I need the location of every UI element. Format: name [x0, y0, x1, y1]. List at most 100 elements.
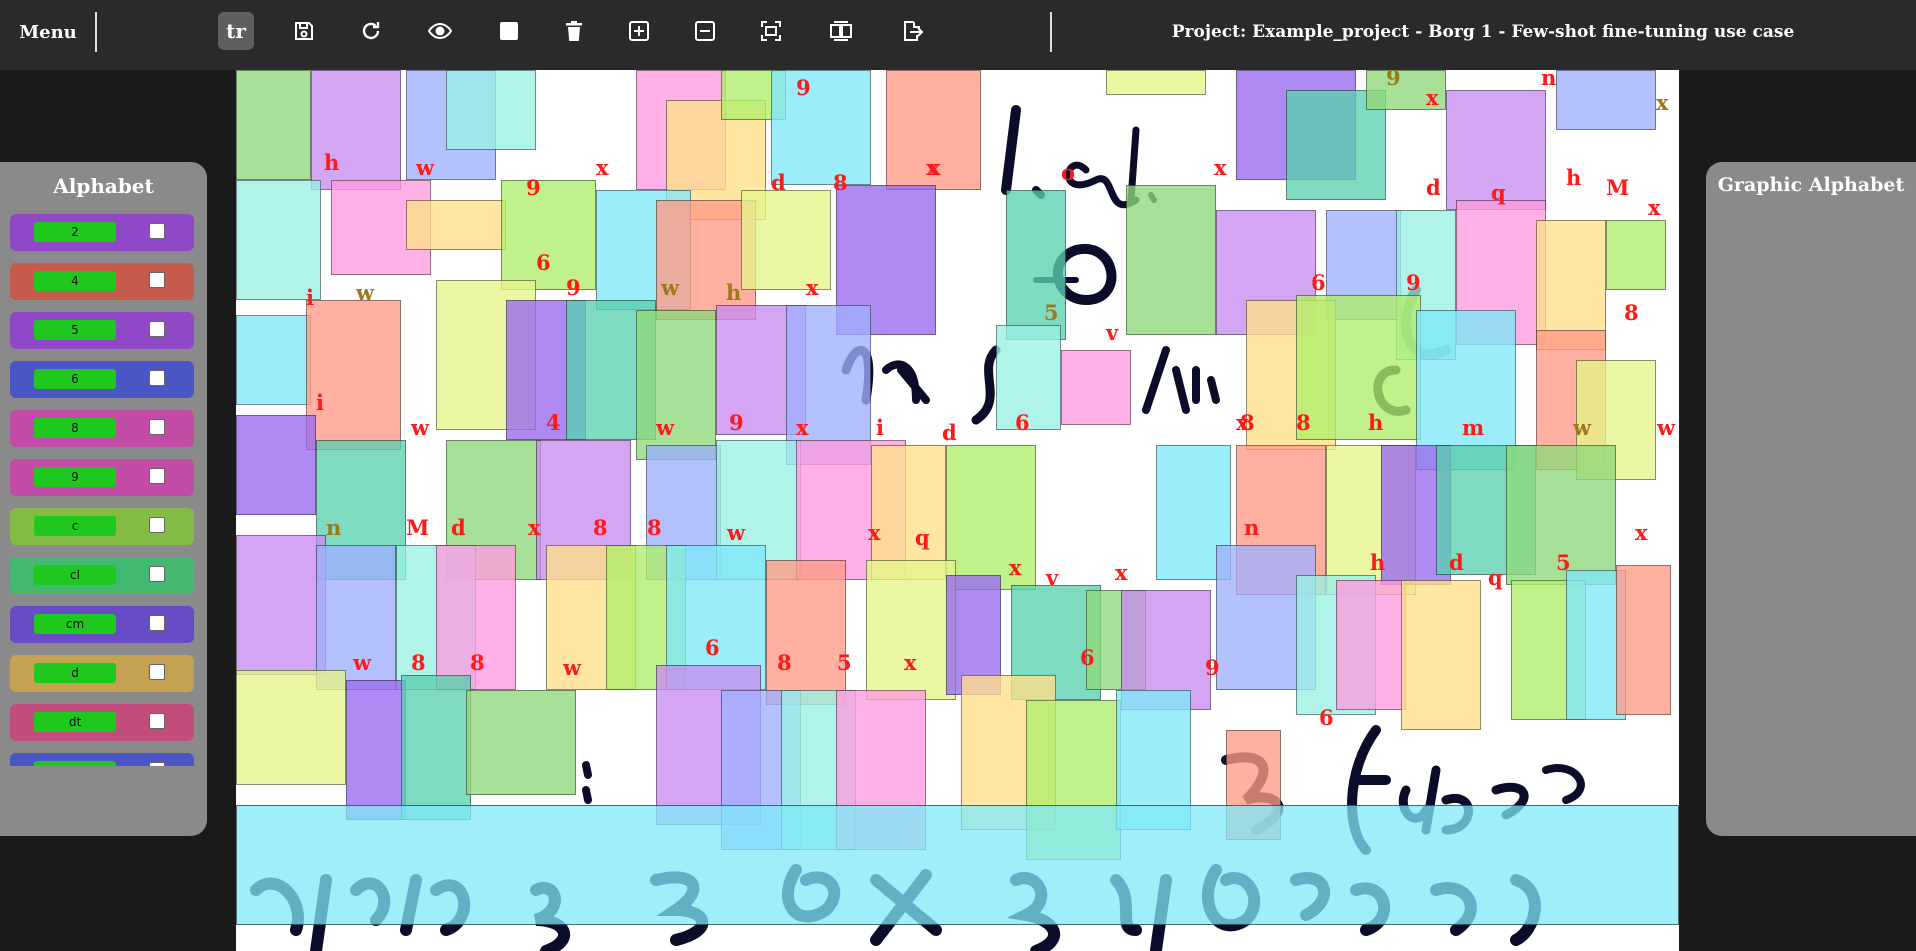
character-annotation-box[interactable]	[1296, 295, 1421, 440]
alphabet-item-checkbox[interactable]	[149, 762, 165, 766]
alphabet-item[interactable]: cl	[10, 557, 194, 594]
character-label: 6	[536, 250, 551, 275]
character-label: d	[1449, 550, 1464, 575]
alphabet-item-checkbox[interactable]	[149, 272, 165, 288]
alphabet-item[interactable]: 2	[10, 214, 194, 251]
character-annotation-box[interactable]	[401, 675, 471, 820]
alphabet-item-checkbox[interactable]	[149, 223, 165, 239]
character-annotation-box[interactable]	[1126, 185, 1216, 335]
character-label: 6	[1319, 705, 1334, 730]
character-annotation-box[interactable]	[1061, 350, 1131, 425]
character-annotation-box[interactable]	[1616, 565, 1671, 715]
alphabet-item[interactable]: cm	[10, 606, 194, 643]
character-annotation-box[interactable]	[466, 690, 576, 795]
character-annotation-box[interactable]	[236, 70, 311, 180]
export-button[interactable]	[894, 12, 930, 50]
character-label: w	[656, 415, 675, 440]
character-label: i	[876, 415, 884, 440]
character-label: 6	[1080, 645, 1095, 670]
character-label: 9	[566, 275, 581, 300]
alphabet-item-label: 5	[34, 320, 116, 340]
alphabet-item[interactable]: 6	[10, 361, 194, 398]
alphabet-item-label: cl	[34, 565, 116, 585]
character-annotation-box[interactable]	[1106, 70, 1206, 95]
character-annotation-box[interactable]	[1556, 70, 1656, 130]
character-annotation-box[interactable]	[236, 415, 316, 515]
alphabet-list[interactable]: 2 4 5 6 8 9 c cl cm d dt	[10, 214, 194, 766]
alphabet-item-checkbox[interactable]	[149, 615, 165, 631]
alphabet-item-checkbox[interactable]	[149, 419, 165, 435]
alphabet-item-checkbox[interactable]	[149, 370, 165, 386]
alphabet-item-checkbox[interactable]	[149, 468, 165, 484]
character-label: d	[1426, 175, 1441, 200]
split-view-icon	[830, 21, 852, 41]
character-label: x	[1426, 85, 1439, 110]
character-annotation-box[interactable]	[636, 310, 716, 460]
character-label: v	[1046, 565, 1059, 590]
alphabet-item[interactable]: 9	[10, 459, 194, 496]
line-annotation-box[interactable]	[236, 805, 1679, 925]
alphabet-item[interactable]: d	[10, 655, 194, 692]
menu-button[interactable]: Menu	[0, 0, 96, 64]
character-label: 5	[1044, 300, 1059, 325]
zoom-in-button[interactable]	[621, 12, 657, 50]
alphabet-item[interactable]	[10, 753, 194, 766]
compare-view-button[interactable]	[823, 12, 859, 50]
character-annotation-box[interactable]	[946, 445, 1036, 590]
fit-view-button[interactable]	[753, 12, 789, 50]
character-label: x	[1648, 195, 1661, 220]
alphabet-item[interactable]: 4	[10, 263, 194, 300]
plus-square-icon	[629, 21, 649, 41]
alphabet-item[interactable]: 8	[10, 410, 194, 447]
character-label: h	[1566, 165, 1582, 190]
character-annotation-box[interactable]	[866, 560, 956, 700]
character-annotation-box[interactable]	[236, 535, 326, 675]
character-label: x	[1236, 410, 1249, 435]
trash-icon	[566, 21, 582, 41]
character-annotation-box[interactable]	[446, 70, 536, 150]
alphabet-item-label: 8	[34, 418, 116, 438]
character-label: q	[1488, 565, 1503, 590]
redo-button[interactable]	[353, 12, 389, 50]
character-label: x	[928, 155, 941, 180]
character-label: n	[1244, 515, 1260, 540]
character-label: 9	[796, 75, 811, 100]
alphabet-item-checkbox[interactable]	[149, 566, 165, 582]
character-annotation-box[interactable]	[771, 70, 871, 185]
character-annotation-box[interactable]	[1336, 580, 1406, 710]
transcribe-button[interactable]: tr	[218, 12, 254, 50]
character-label: x	[1009, 555, 1022, 580]
character-label: 8	[470, 650, 485, 675]
delete-button[interactable]	[556, 12, 592, 50]
character-annotation-box[interactable]	[236, 670, 346, 785]
character-label: x	[796, 415, 809, 440]
character-label: q	[1491, 180, 1506, 205]
alphabet-item[interactable]: 5	[10, 312, 194, 349]
character-label: h	[324, 150, 340, 175]
character-label: w	[353, 650, 372, 675]
alphabet-item[interactable]: dt	[10, 704, 194, 741]
text-tr-icon: tr	[226, 19, 246, 43]
character-annotation-box[interactable]	[1401, 580, 1481, 730]
alphabet-item-checkbox[interactable]	[149, 713, 165, 729]
character-annotation-box[interactable]	[766, 560, 846, 705]
alphabet-item-checkbox[interactable]	[149, 517, 165, 533]
character-annotation-box[interactable]	[1606, 220, 1666, 290]
toggle-visibility-button[interactable]	[422, 12, 458, 50]
character-label: x	[868, 520, 881, 545]
alphabet-item-checkbox[interactable]	[149, 664, 165, 680]
zoom-out-button[interactable]	[687, 12, 723, 50]
alphabet-item-checkbox[interactable]	[149, 321, 165, 337]
alphabet-item[interactable]: c	[10, 508, 194, 545]
character-annotation-box[interactable]	[406, 200, 506, 250]
character-annotation-box[interactable]	[236, 315, 311, 405]
character-label: x	[596, 155, 609, 180]
character-annotation-box[interactable]	[346, 680, 406, 820]
draw-box-button[interactable]	[491, 12, 527, 50]
save-button[interactable]	[286, 12, 322, 50]
character-annotation-box[interactable]	[306, 300, 401, 450]
character-label: 8	[777, 650, 792, 675]
character-annotation-box[interactable]	[236, 180, 321, 300]
document-canvas[interactable]: 9nxxhwx9d8xox9xdqhMx6w9xhiw965v8xiw4w9xi…	[236, 70, 1679, 951]
floppy-disk-icon	[295, 22, 313, 40]
